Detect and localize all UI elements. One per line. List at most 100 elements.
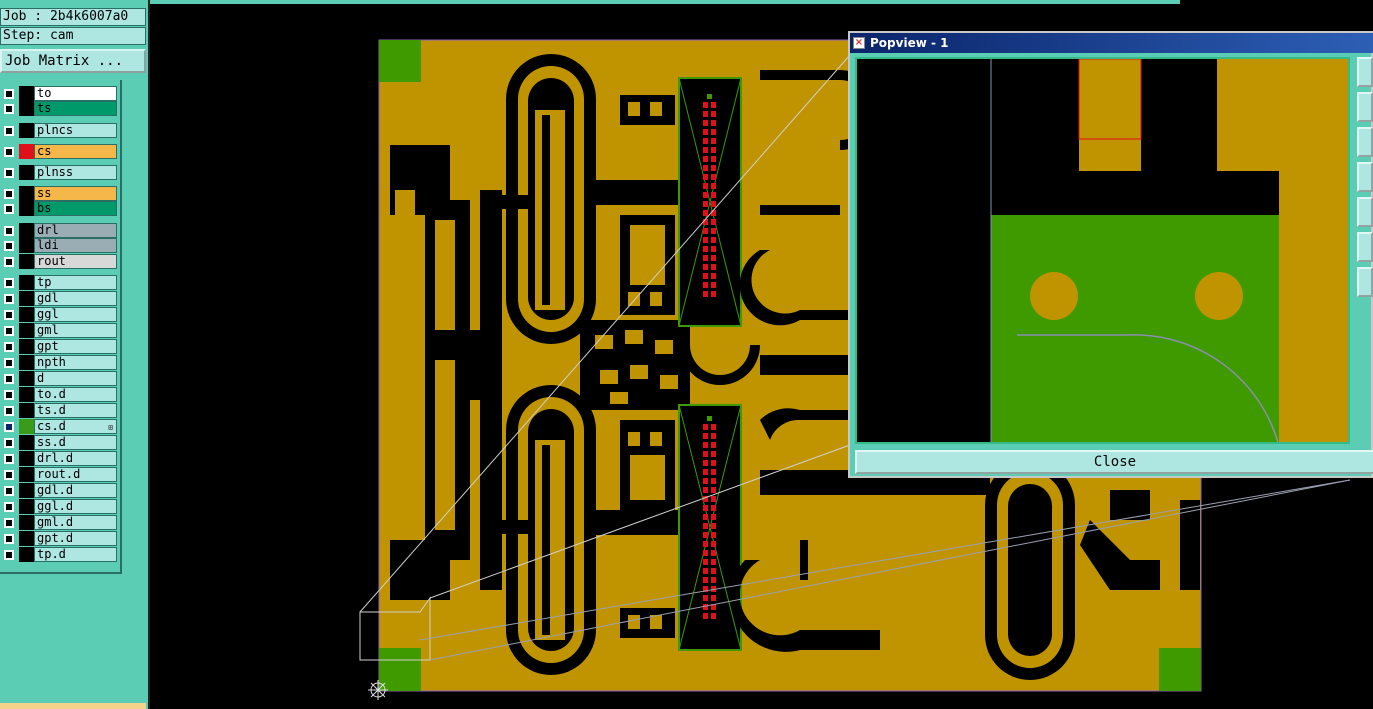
layer-color-swatch[interactable]	[19, 515, 34, 530]
popview-canvas[interactable]	[855, 57, 1350, 444]
layer-name[interactable]: drl.d	[34, 451, 117, 466]
zoom-in-icon[interactable]	[1357, 57, 1373, 87]
layer-row[interactable]: tp.d	[0, 547, 120, 562]
pan-icon[interactable]	[1357, 162, 1373, 192]
layer-checkbox[interactable]	[4, 534, 14, 544]
layer-checkbox[interactable]	[4, 147, 14, 157]
layer-name[interactable]: to.d	[34, 387, 117, 402]
layer-checkbox[interactable]	[4, 486, 14, 496]
layer-color-swatch[interactable]	[19, 186, 34, 201]
layer-row[interactable]: rout	[0, 254, 120, 269]
layer-checkbox[interactable]	[4, 294, 14, 304]
layer-name[interactable]: gdl.d	[34, 483, 117, 498]
layer-row[interactable]: cs.d ⊞	[0, 419, 120, 434]
refresh-icon[interactable]	[1357, 267, 1373, 297]
layer-row[interactable]: gpt	[0, 339, 120, 354]
layer-name[interactable]: gpt.d	[34, 531, 117, 546]
layer-checkbox[interactable]	[4, 358, 14, 368]
layer-color-swatch[interactable]	[19, 254, 34, 269]
layer-checkbox[interactable]	[4, 374, 14, 384]
layer-checkbox[interactable]	[4, 390, 14, 400]
layer-color-swatch[interactable]	[19, 403, 34, 418]
layer-color-swatch[interactable]	[19, 499, 34, 514]
layer-color-swatch[interactable]	[19, 483, 34, 498]
layer-checkbox[interactable]	[4, 454, 14, 464]
layer-name[interactable]: gpt	[34, 339, 117, 354]
layer-row[interactable]: to	[0, 86, 120, 101]
layer-name[interactable]: npth	[34, 355, 117, 370]
layer-row[interactable]: ts	[0, 101, 120, 116]
layer-row[interactable]: drl.d	[0, 451, 120, 466]
layer-color-swatch[interactable]	[19, 435, 34, 450]
layer-row[interactable]: gdl.d	[0, 483, 120, 498]
layer-row[interactable]: ggl.d	[0, 499, 120, 514]
layer-checkbox[interactable]	[4, 470, 14, 480]
layer-row[interactable]: drl	[0, 223, 120, 238]
layer-row[interactable]: ts.d	[0, 403, 120, 418]
layer-color-swatch[interactable]	[19, 144, 34, 159]
layer-row[interactable]: npth	[0, 355, 120, 370]
layer-name[interactable]: ggl.d	[34, 499, 117, 514]
layer-row[interactable]: ss	[0, 186, 120, 201]
layer-checkbox[interactable]	[4, 406, 14, 416]
layer-color-swatch[interactable]	[19, 371, 34, 386]
layer-color-swatch[interactable]	[19, 547, 34, 562]
layer-name[interactable]: ldi	[34, 238, 117, 253]
layer-color-swatch[interactable]	[19, 201, 34, 216]
layer-checkbox[interactable]	[4, 189, 14, 199]
layer-checkbox[interactable]	[4, 550, 14, 560]
layer-checkbox[interactable]	[4, 278, 14, 288]
layer-color-swatch[interactable]	[19, 467, 34, 482]
layer-checkbox[interactable]	[4, 126, 14, 136]
expand-icon[interactable]	[1357, 232, 1373, 262]
layer-checkbox[interactable]	[4, 422, 14, 432]
layer-name[interactable]: plncs	[34, 123, 117, 138]
layer-row[interactable]: ggl	[0, 307, 120, 322]
layer-checkbox[interactable]	[4, 310, 14, 320]
zoom-fit-icon[interactable]	[1357, 127, 1373, 157]
layer-name[interactable]: ss	[34, 186, 117, 201]
layer-name[interactable]: rout.d	[34, 467, 117, 482]
layer-checkbox[interactable]	[4, 226, 14, 236]
layer-name[interactable]: gml.d	[34, 515, 117, 530]
layer-row[interactable]: ss.d	[0, 435, 120, 450]
layer-row[interactable]: rout.d	[0, 467, 120, 482]
layer-row[interactable]: to.d	[0, 387, 120, 402]
popview-titlebar[interactable]: × Popview - 1	[850, 33, 1373, 53]
layer-color-swatch[interactable]	[19, 531, 34, 546]
layer-name[interactable]: tp.d	[34, 547, 117, 562]
home-icon[interactable]	[1357, 197, 1373, 227]
layer-color-swatch[interactable]	[19, 419, 34, 434]
layer-checkbox[interactable]	[4, 518, 14, 528]
layer-color-swatch[interactable]	[19, 165, 34, 180]
layer-row[interactable]: cs	[0, 144, 120, 159]
layer-name[interactable]: cs	[34, 144, 117, 159]
close-button[interactable]: Close	[855, 450, 1373, 474]
layer-row[interactable]: gml.d	[0, 515, 120, 530]
layer-checkbox[interactable]	[4, 326, 14, 336]
layer-name[interactable]: drl	[34, 223, 117, 238]
layer-color-swatch[interactable]	[19, 238, 34, 253]
layer-color-swatch[interactable]	[19, 101, 34, 116]
job-matrix-button[interactable]: Job Matrix ...	[0, 49, 146, 73]
layer-name[interactable]: bs	[34, 201, 117, 216]
layer-name[interactable]: ggl	[34, 307, 117, 322]
layer-color-swatch[interactable]	[19, 223, 34, 238]
layer-row[interactable]: gpt.d	[0, 531, 120, 546]
layer-color-swatch[interactable]	[19, 339, 34, 354]
layer-row[interactable]: bs	[0, 201, 120, 216]
layer-name[interactable]: to	[34, 86, 117, 101]
layer-checkbox[interactable]	[4, 168, 14, 178]
layer-color-swatch[interactable]	[19, 451, 34, 466]
layer-row[interactable]: d	[0, 371, 120, 386]
layer-color-swatch[interactable]	[19, 307, 34, 322]
layer-checkbox[interactable]	[4, 241, 14, 251]
layer-name[interactable]: gdl	[34, 291, 117, 306]
layer-color-swatch[interactable]	[19, 291, 34, 306]
layer-name[interactable]: plnss	[34, 165, 117, 180]
layer-color-swatch[interactable]	[19, 86, 34, 101]
layer-color-swatch[interactable]	[19, 387, 34, 402]
layer-checkbox[interactable]	[4, 104, 14, 114]
layer-checkbox[interactable]	[4, 502, 14, 512]
layer-checkbox[interactable]	[4, 204, 14, 214]
